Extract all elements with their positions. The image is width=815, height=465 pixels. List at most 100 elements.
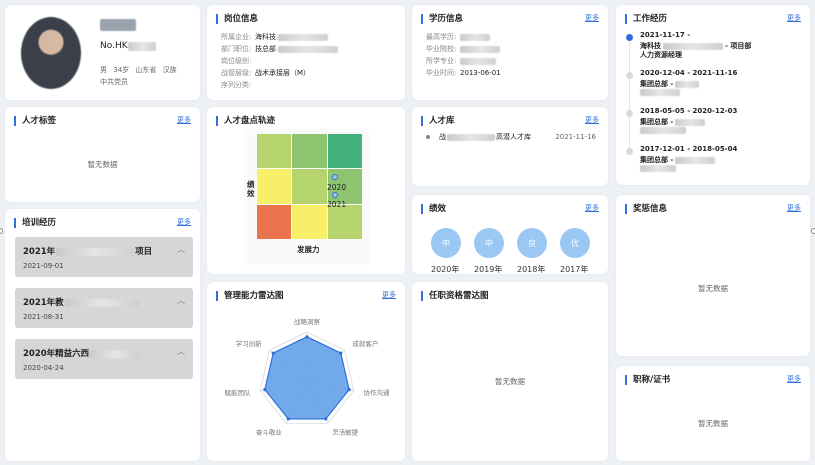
timeline-dot bbox=[626, 110, 633, 117]
education-title: 学历信息 bbox=[421, 14, 463, 24]
radar-point[interactable] bbox=[324, 417, 328, 421]
track-card: 人才盘点轨迹 2020 2021 绩效 发展力 bbox=[207, 107, 405, 274]
training-item-title: 2021年教 bbox=[23, 296, 139, 308]
radar-label: 成就客户 bbox=[352, 339, 378, 348]
name-blurred bbox=[100, 19, 136, 31]
radar-point[interactable] bbox=[271, 351, 275, 355]
perf-year-2019: 2019年 bbox=[474, 265, 503, 274]
radar-chart: 战略洞察成就客户协作沟通灵活敏捷 奋斗敬业 赋能团队 学习创新 bbox=[224, 317, 391, 436]
radar-point[interactable] bbox=[347, 388, 351, 392]
edu-row-degree: 最高学历: bbox=[426, 32, 490, 42]
radar-label: 战略洞察 bbox=[294, 317, 321, 326]
chevron-up-icon[interactable]: ︿ bbox=[177, 295, 185, 306]
grid-cell bbox=[327, 134, 362, 169]
training-item[interactable]: 2021年教 2021-08-31 ︿ bbox=[15, 288, 193, 328]
education-card: 学历信息 更多 最高学历: 毕业院校: 所学专业: 毕业时间: 2013-06-0… bbox=[412, 5, 608, 100]
bullet-icon bbox=[426, 135, 430, 139]
training-card: 培训经历 更多 2021年 项目 2021-09-01 ︿ 2021年教 2021… bbox=[5, 209, 200, 461]
work-item: 2021-11-17 - 海科技 - 项目部 人力资源经理 bbox=[626, 31, 806, 61]
origin: 山东省 bbox=[135, 66, 157, 74]
tags-card: 人才标签 更多 暂无数据 bbox=[5, 107, 200, 202]
track-point-2020-dot[interactable] bbox=[332, 174, 338, 180]
radar-label: 赋能团队 bbox=[224, 388, 251, 397]
pool-title: 人才库 bbox=[421, 116, 455, 126]
training-item-date: 2021-08-31 bbox=[23, 313, 64, 321]
code-blurred bbox=[128, 42, 156, 51]
radar-point[interactable] bbox=[305, 335, 309, 339]
tags-empty: 暂无数据 bbox=[87, 160, 118, 169]
edu-row-gradtime: 毕业时间: 2013-06-01 bbox=[426, 69, 501, 77]
position-row-level: 岗位级别: bbox=[221, 57, 252, 65]
avatar[interactable] bbox=[21, 17, 81, 89]
training-more-link[interactable]: 更多 bbox=[177, 217, 191, 227]
perf-year-2018: 2018年 bbox=[517, 265, 546, 274]
work-position bbox=[640, 164, 676, 172]
party: 中共党员 bbox=[100, 78, 128, 86]
training-item[interactable]: 2021年 项目 2021-09-01 ︿ bbox=[15, 237, 193, 277]
profile-meta: 男 34岁 山东省 汉族 bbox=[100, 65, 177, 75]
age: 34岁 bbox=[113, 66, 130, 74]
radar-point[interactable] bbox=[339, 351, 343, 355]
right-resize-handle[interactable] bbox=[811, 228, 815, 234]
education-more-link[interactable]: 更多 bbox=[585, 13, 599, 23]
edu-row-major: 所学专业: bbox=[426, 56, 496, 66]
tags-title: 人才标签 bbox=[14, 116, 56, 126]
chevron-up-icon[interactable]: ︿ bbox=[177, 244, 185, 255]
qual-radar-title: 任职资格雷达图 bbox=[421, 291, 489, 301]
chevron-up-icon[interactable]: ︿ bbox=[177, 346, 185, 357]
training-item[interactable]: 2020年精益六西 2020-04-24 ︿ bbox=[15, 339, 193, 379]
work-date: 2021-11-17 - bbox=[640, 31, 691, 39]
awards-card: 奖惩信息 更多 暂无数据 bbox=[616, 195, 810, 356]
employee-code: No.HK bbox=[100, 41, 128, 51]
radar-label: 学习创新 bbox=[236, 339, 263, 348]
training-title: 培训经历 bbox=[14, 218, 56, 228]
training-item-date: 2020-04-24 bbox=[23, 364, 64, 372]
left-resize-handle[interactable] bbox=[0, 228, 3, 234]
pool-item[interactable]: 战高潜人才库 bbox=[439, 132, 531, 142]
perf-grade-2018: 良 bbox=[517, 228, 547, 258]
awards-more-link[interactable]: 更多 bbox=[787, 203, 801, 213]
perf-grade-2017: 优 bbox=[560, 228, 590, 258]
tags-more-link[interactable]: 更多 bbox=[177, 115, 191, 125]
awards-empty: 暂无数据 bbox=[698, 284, 728, 293]
performance-more-link[interactable]: 更多 bbox=[585, 203, 599, 213]
radar-label: 奋斗敬业 bbox=[256, 427, 283, 436]
radar-point[interactable] bbox=[286, 417, 290, 421]
training-item-title: 2021年 项目 bbox=[23, 247, 153, 257]
radar-label: 协作沟通 bbox=[364, 388, 391, 397]
pool-date: 2021-11-16 bbox=[555, 133, 596, 141]
track-point-2021-label: 2021 bbox=[327, 200, 347, 209]
position-card: 岗位信息 所属企业: 海科技 部门职位: 技总部 岗位级别: 战管层级: 战术承接层（… bbox=[207, 5, 405, 100]
pool-card: 人才库 更多 战高潜人才库 2021-11-16 bbox=[412, 107, 608, 186]
qual-radar-card: 任职资格雷达图 暂无数据 bbox=[412, 282, 608, 461]
position-title: 岗位信息 bbox=[216, 14, 258, 24]
track-xlabel: 发展力 bbox=[297, 245, 320, 254]
position-row-dept: 部门职位: 技总部 bbox=[221, 44, 338, 54]
track-ylabel: 绩效 bbox=[247, 180, 255, 198]
certs-card: 职称/证书 更多 暂无数据 bbox=[616, 366, 810, 461]
radar-point[interactable] bbox=[263, 388, 267, 392]
nine-box-grid bbox=[257, 134, 362, 239]
performance-title: 绩效 bbox=[421, 204, 446, 214]
pool-more-link[interactable]: 更多 bbox=[585, 115, 599, 125]
work-item: 2017-12-01 - 2018-05-04 集团总部 - bbox=[626, 145, 806, 175]
certs-more-link[interactable]: 更多 bbox=[787, 374, 801, 384]
work-date: 2018-05-05 - 2020-12-03 bbox=[640, 107, 738, 115]
track-point-2021-dot[interactable] bbox=[332, 192, 338, 198]
work-date: 2017-12-01 - 2018-05-04 bbox=[640, 145, 738, 153]
grid-cell bbox=[257, 134, 292, 169]
position-row-mgmt: 战管层级: 战术承接层（M） bbox=[221, 69, 311, 77]
gender: 男 bbox=[100, 66, 107, 74]
radar-label: 灵活敏捷 bbox=[332, 427, 359, 436]
work-more-link[interactable]: 更多 bbox=[787, 13, 801, 23]
track-title: 人才盘点轨迹 bbox=[216, 116, 275, 126]
qual-radar-empty: 暂无数据 bbox=[495, 377, 525, 386]
timeline-dot bbox=[626, 72, 633, 79]
work-card: 工作经历 更多 2021-11-17 - 海科技 - 项目部 人力资源经理 202… bbox=[616, 5, 810, 185]
perf-grade-2019: 中 bbox=[474, 228, 504, 258]
timeline-dot bbox=[626, 34, 633, 41]
position-row-seq: 序列分类: bbox=[221, 81, 252, 89]
radar-area bbox=[264, 336, 350, 420]
performance-card: 绩效 更多 中 中 良 优 2020年 2019年 2018年 2017年 bbox=[412, 195, 608, 274]
awards-title: 奖惩信息 bbox=[625, 204, 667, 214]
